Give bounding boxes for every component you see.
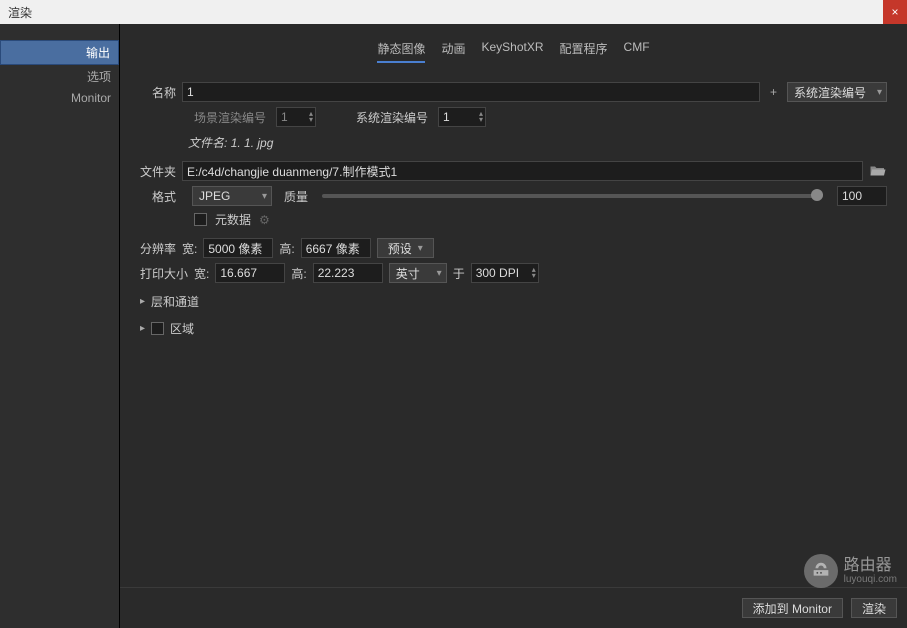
sidebar-item-output[interactable]: 输出: [0, 40, 119, 65]
scene-number-label: 场景渲染编号: [194, 109, 266, 126]
folder-label: 文件夹: [140, 163, 176, 180]
render-button[interactable]: 渲染: [851, 598, 897, 618]
print-label: 打印大小: [140, 265, 188, 282]
metadata-checkbox[interactable]: [194, 213, 207, 226]
print-width-label: 宽:: [194, 265, 209, 282]
metadata-label: 元数据: [215, 211, 251, 228]
unit-select[interactable]: 英寸: [389, 263, 447, 283]
scene-number-spinner[interactable]: 1 ▴▾: [276, 107, 316, 127]
print-width-input[interactable]: [215, 263, 285, 283]
sidebar-item-monitor[interactable]: Monitor: [0, 88, 119, 108]
titlebar: 渲染 ×: [0, 0, 907, 24]
height-label: 高:: [279, 240, 294, 257]
add-to-monitor-button[interactable]: 添加到 Monitor: [742, 598, 843, 618]
content: 静态图像 动画 KeyShotXR 配置程序 CMF 名称 + 系统渲染编号 场…: [120, 24, 907, 628]
tab-keyshotxr[interactable]: KeyShotXR: [481, 40, 543, 63]
spinner-arrows-icon[interactable]: ▴▾: [309, 111, 313, 123]
spinner-arrows-icon[interactable]: ▴▾: [479, 111, 483, 123]
filename-display: 文件名: 1. 1. jpg: [188, 132, 887, 151]
sidebar: 输出 选项 Monitor: [0, 24, 120, 628]
width-label: 宽:: [182, 240, 197, 257]
gear-icon[interactable]: ⚙: [259, 213, 270, 227]
format-label: 格式: [140, 188, 176, 205]
format-select[interactable]: JPEG: [192, 186, 272, 206]
region-expander[interactable]: ▸ 区域: [140, 315, 887, 342]
tabs: 静态图像 动画 KeyShotXR 配置程序 CMF: [120, 24, 907, 69]
system-number-select[interactable]: 系统渲染编号: [787, 82, 887, 102]
slider-handle[interactable]: [811, 189, 823, 201]
region-checkbox[interactable]: [151, 322, 164, 335]
folder-open-icon[interactable]: [869, 163, 887, 179]
system-render-number-spinner[interactable]: 1 ▴▾: [438, 107, 486, 127]
quality-input[interactable]: [837, 186, 887, 206]
window-title: 渲染: [8, 4, 32, 21]
dpi-spinner[interactable]: 300 DPI ▴▾: [471, 263, 539, 283]
tab-animation[interactable]: 动画: [441, 40, 465, 63]
system-render-number-label: 系统渲染编号: [356, 109, 428, 126]
print-height-label: 高:: [291, 265, 306, 282]
spinner-arrows-icon[interactable]: ▴▾: [532, 267, 536, 279]
tab-static-image[interactable]: 静态图像: [377, 40, 425, 63]
name-label: 名称: [140, 84, 176, 101]
layers-expander[interactable]: ▸ 层和通道: [140, 288, 887, 315]
height-input[interactable]: [301, 238, 371, 258]
preset-button[interactable]: 预设: [377, 238, 434, 258]
at-label: 于: [453, 265, 465, 282]
form: 名称 + 系统渲染编号 场景渲染编号 1 ▴▾ 系统渲染编号 1 ▴▾: [120, 69, 907, 350]
chevron-right-icon: ▸: [140, 323, 145, 334]
folder-input[interactable]: [182, 161, 863, 181]
print-height-input[interactable]: [313, 263, 383, 283]
close-button[interactable]: ×: [883, 0, 907, 24]
main: 输出 选项 Monitor 静态图像 动画 KeyShotXR 配置程序 CMF…: [0, 24, 907, 628]
width-input[interactable]: [203, 238, 273, 258]
resolution-label: 分辨率: [140, 240, 176, 257]
chevron-right-icon: ▸: [140, 296, 145, 307]
quality-label: 质量: [284, 188, 308, 205]
tab-cmf[interactable]: CMF: [624, 40, 650, 63]
name-input[interactable]: [182, 82, 760, 102]
sidebar-item-options[interactable]: 选项: [0, 65, 119, 88]
quality-slider[interactable]: [322, 194, 823, 198]
plus-icon: +: [766, 85, 781, 99]
footer: 添加到 Monitor 渲染: [120, 587, 907, 628]
tab-configurator[interactable]: 配置程序: [560, 40, 608, 63]
